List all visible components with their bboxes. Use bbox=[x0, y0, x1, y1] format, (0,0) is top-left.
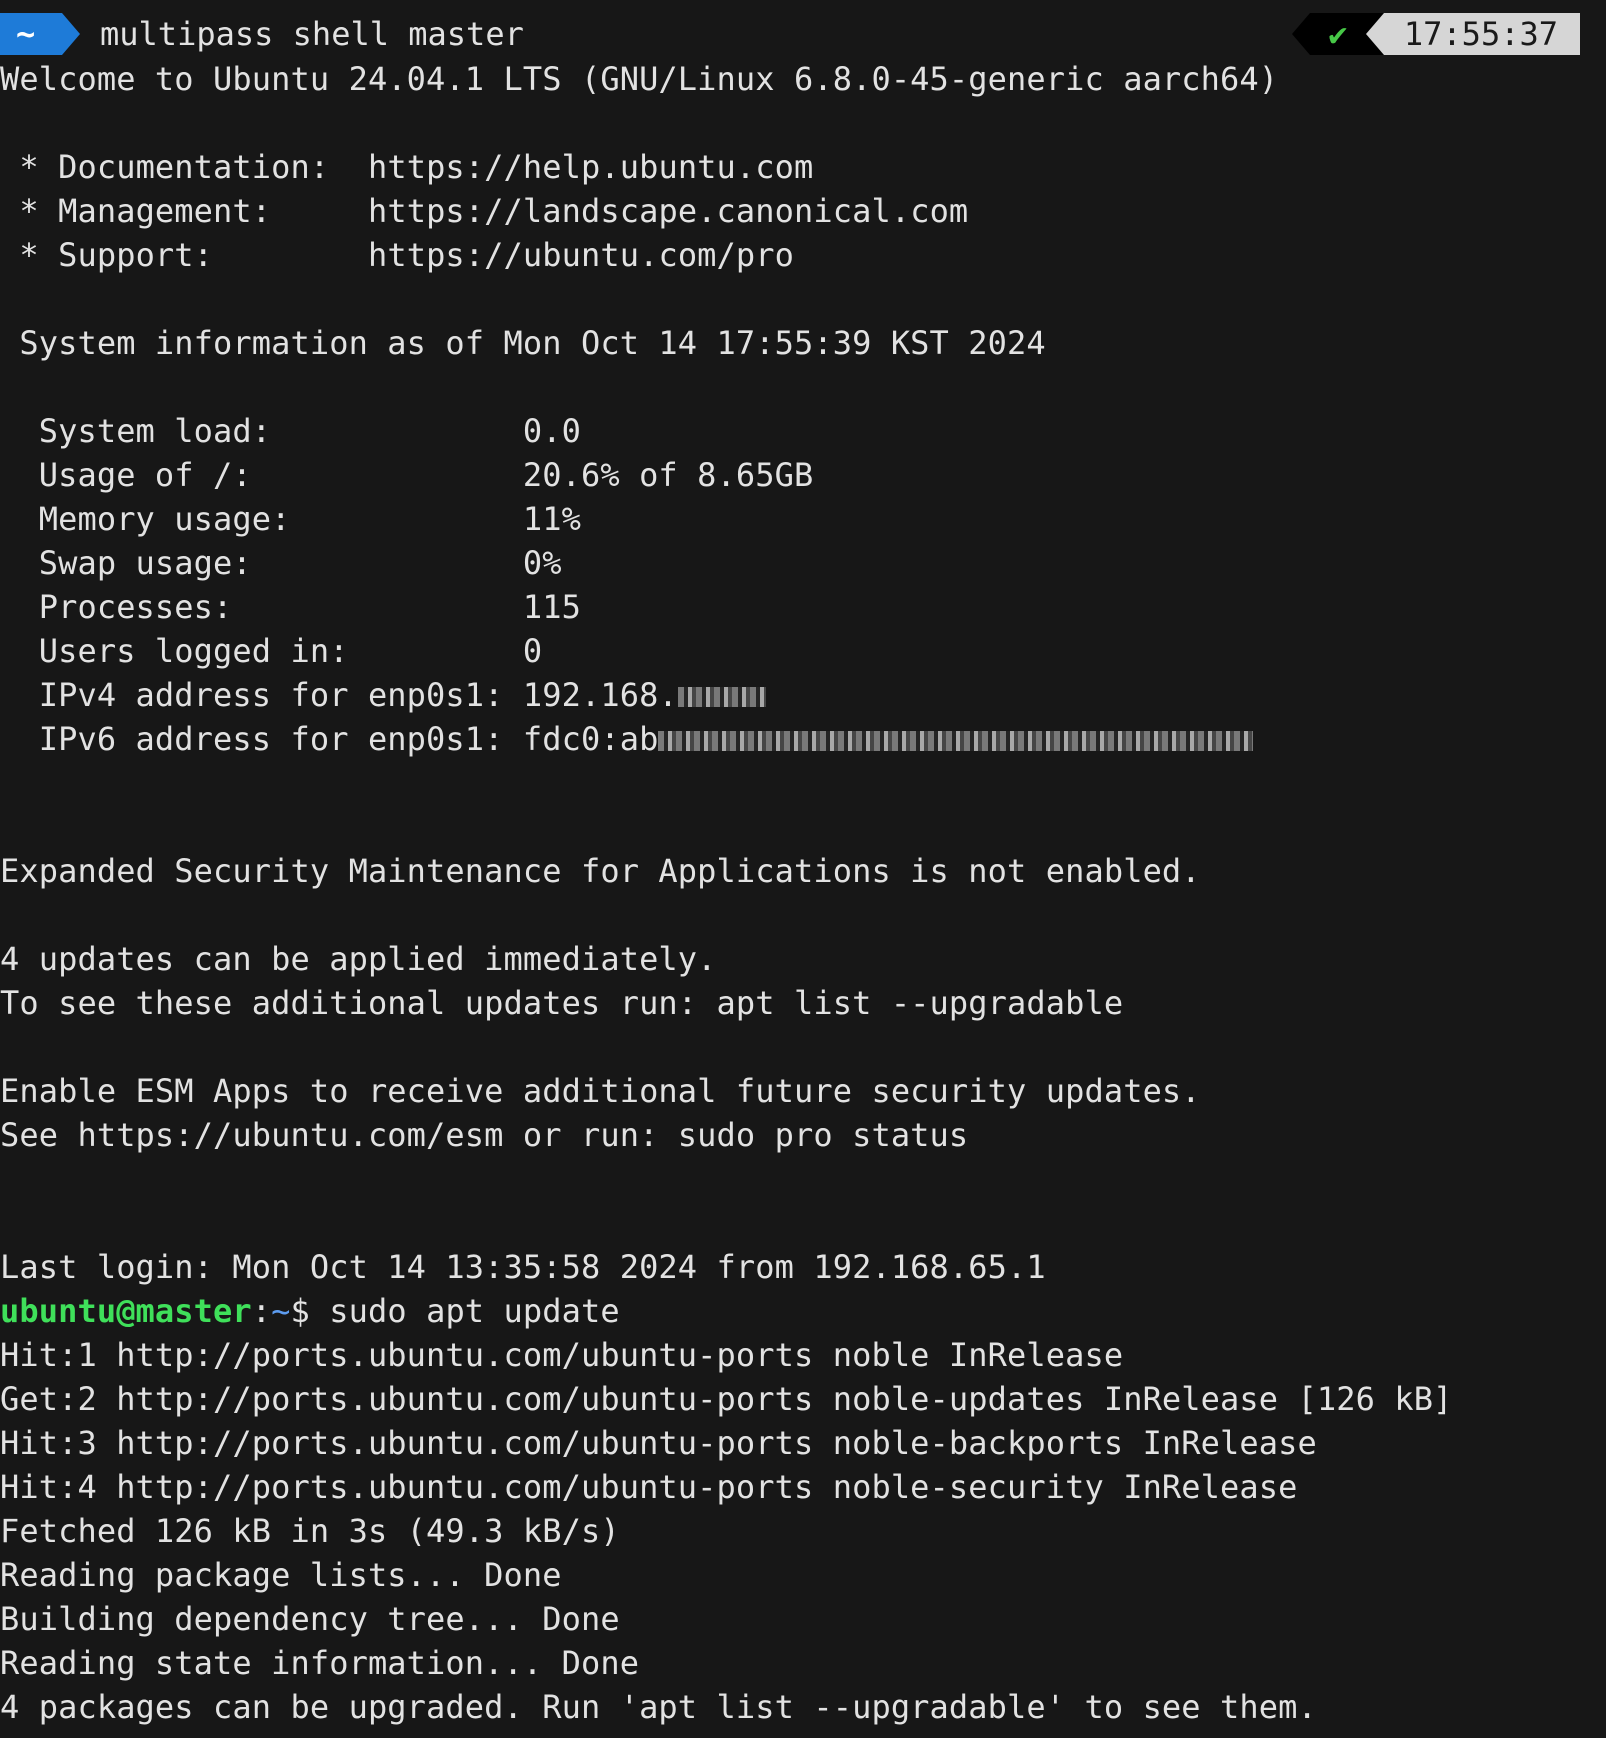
doc-url: https://help.ubuntu.com bbox=[367, 148, 814, 186]
apt-output-line: Reading state information... Done bbox=[0, 1644, 640, 1682]
mgmt-link-line: * Management: https://landscape.canonica… bbox=[0, 192, 969, 230]
updates-hint-line: To see these additional updates run: apt… bbox=[0, 984, 1124, 1022]
sysinfo-row: System load: 0.0 bbox=[0, 412, 581, 450]
apt-output-line: Reading package lists... Done bbox=[0, 1556, 562, 1594]
cwd: ~ bbox=[271, 1292, 291, 1330]
redacted-ipv6 bbox=[658, 731, 1254, 751]
user-host: ubuntu@master bbox=[0, 1292, 252, 1330]
apt-output-line: Hit:4 http://ports.ubuntu.com/ubuntu-por… bbox=[0, 1468, 1298, 1506]
welcome-line: Welcome to Ubuntu 24.04.1 LTS (GNU/Linux… bbox=[0, 60, 1279, 98]
doc-link-line: * Documentation: https://help.ubuntu.com bbox=[0, 148, 814, 186]
apt-output-line: Get:2 http://ports.ubuntu.com/ubuntu-por… bbox=[0, 1380, 1453, 1418]
apt-output-line: 4 packages can be upgraded. Run 'apt lis… bbox=[0, 1688, 1317, 1726]
apt-output-line: Hit:3 http://ports.ubuntu.com/ubuntu-por… bbox=[0, 1424, 1317, 1462]
home-dir-segment: ~ bbox=[0, 13, 62, 55]
esm-link-line: See https://ubuntu.com/esm or run: sudo … bbox=[0, 1116, 969, 1154]
redacted-ipv4 bbox=[677, 687, 766, 707]
typed-command: sudo apt update bbox=[329, 1292, 620, 1330]
support-link-line: * Support: https://ubuntu.com/pro bbox=[0, 236, 795, 274]
sysinfo-row: Swap usage: 0% bbox=[0, 544, 562, 582]
esm-notice: Expanded Security Maintenance for Applic… bbox=[0, 852, 1201, 890]
sysinfo-header: System information as of Mon Oct 14 17:5… bbox=[0, 324, 1046, 362]
sysinfo-row: Usage of /: 20.6% of 8.65GB bbox=[0, 456, 814, 494]
apt-output-line: Hit:1 http://ports.ubuntu.com/ubuntu-por… bbox=[0, 1336, 1124, 1374]
sysinfo-row: Processes: 115 bbox=[0, 588, 581, 626]
apt-output-line: Building dependency tree... Done bbox=[0, 1600, 620, 1638]
prompt-command: multipass shell master bbox=[100, 15, 524, 53]
mgmt-url: https://landscape.canonical.com bbox=[367, 192, 969, 230]
last-login-line: Last login: Mon Oct 14 13:35:58 2024 fro… bbox=[0, 1248, 1046, 1286]
shell-prompt-line[interactable]: ubuntu@master:~$ sudo apt update bbox=[0, 1289, 620, 1333]
support-url: https://ubuntu.com/pro bbox=[367, 236, 795, 274]
apt-output-line: Fetched 126 kB in 3s (49.3 kB/s) bbox=[0, 1512, 620, 1550]
esm-apps-line: Enable ESM Apps to receive additional fu… bbox=[0, 1072, 1201, 1110]
updates-line: 4 updates can be applied immediately. bbox=[0, 940, 717, 978]
sysinfo-row: Memory usage: 11% bbox=[0, 500, 581, 538]
status-segment: ✔ 17:55:37 bbox=[1291, 13, 1580, 55]
sysinfo-row: Users logged in: 0 bbox=[0, 632, 543, 670]
clock-time: 17:55:37 bbox=[1383, 13, 1580, 55]
sysinfo-row: IPv4 address for enp0s1: 192.168. bbox=[0, 673, 766, 717]
check-icon: ✔ bbox=[1309, 13, 1366, 55]
segment-arrow bbox=[62, 13, 80, 55]
sysinfo-row: IPv6 address for enp0s1: fdc0:ab bbox=[0, 717, 1254, 761]
